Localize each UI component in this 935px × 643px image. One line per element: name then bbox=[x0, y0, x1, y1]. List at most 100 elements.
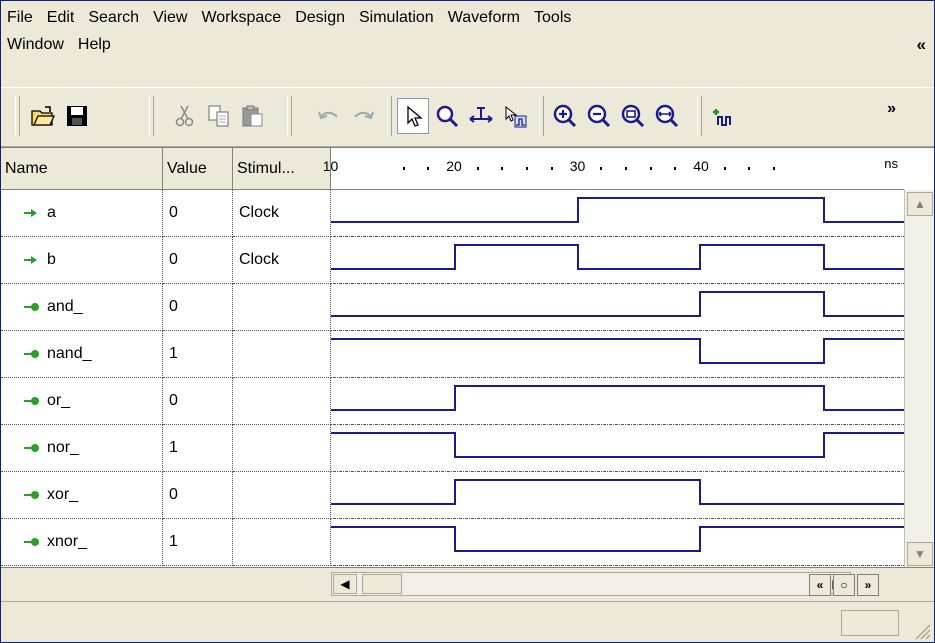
resize-grip-icon[interactable] bbox=[910, 619, 932, 641]
zoom-out-icon[interactable] bbox=[583, 98, 615, 134]
open-folder-icon[interactable] bbox=[27, 98, 59, 134]
waveform-area[interactable] bbox=[331, 190, 904, 568]
output-port-icon bbox=[24, 491, 39, 499]
toolbar-separator-1 bbox=[149, 96, 154, 136]
horizontal-scrollbar[interactable]: ◀ ▶ bbox=[331, 572, 851, 596]
tick-label: 10 bbox=[322, 158, 339, 174]
time-unit: ns bbox=[884, 156, 898, 171]
tick-mark bbox=[600, 167, 603, 170]
zoom-fit-icon[interactable] bbox=[617, 98, 649, 134]
signal-stimulator[interactable]: Clock bbox=[233, 237, 331, 284]
menu-window[interactable]: Window bbox=[7, 36, 64, 54]
time-ruler[interactable]: 10 20 30 40 ns bbox=[323, 148, 904, 190]
menu-tools[interactable]: Tools bbox=[534, 9, 571, 27]
signal-name-cell[interactable]: nand_ bbox=[1, 331, 163, 378]
tick-mark bbox=[723, 167, 726, 170]
signal-stimulator[interactable] bbox=[233, 378, 331, 425]
copy-icon[interactable] bbox=[203, 98, 235, 134]
toolbar-more-button[interactable]: » bbox=[887, 100, 896, 118]
toolbar: » bbox=[1, 87, 934, 147]
measure-icon[interactable] bbox=[465, 98, 497, 134]
signal-value: 0 bbox=[163, 378, 233, 425]
output-port-icon bbox=[24, 350, 39, 358]
tick-mark bbox=[674, 167, 677, 170]
signal-name-cell[interactable]: xnor_ bbox=[1, 519, 163, 566]
signal-name: nand_ bbox=[47, 345, 92, 362]
waveform-trace bbox=[331, 479, 904, 505]
menu-help[interactable]: Help bbox=[78, 36, 111, 54]
menu-design[interactable]: Design bbox=[295, 9, 345, 27]
simulator-window: File Edit Search View Workspace Design S… bbox=[0, 0, 935, 643]
tick-mark bbox=[501, 167, 504, 170]
input-port-icon bbox=[24, 209, 37, 217]
menu-simulation[interactable]: Simulation bbox=[359, 9, 434, 27]
column-header-name[interactable]: Name bbox=[1, 148, 163, 190]
signal-value: 0 bbox=[163, 190, 233, 237]
waveform-trace bbox=[331, 432, 904, 458]
add-signal-icon[interactable] bbox=[707, 98, 739, 134]
signal-stimulator[interactable] bbox=[233, 331, 331, 378]
menu-file[interactable]: File bbox=[7, 9, 33, 27]
signal-name-cell[interactable]: a bbox=[1, 190, 163, 237]
undo-icon[interactable] bbox=[313, 98, 345, 134]
signal-name-cell[interactable]: or_ bbox=[1, 378, 163, 425]
waveform-trace bbox=[331, 385, 904, 411]
tick-mark bbox=[773, 167, 776, 170]
column-header-stimulator[interactable]: Stimul... bbox=[233, 148, 331, 190]
menu-row-1: File Edit Search View Workspace Design S… bbox=[7, 5, 585, 31]
toolbar-grip[interactable] bbox=[15, 96, 20, 136]
signal-value: 0 bbox=[163, 472, 233, 519]
zoom-icon[interactable] bbox=[431, 98, 463, 134]
paste-icon[interactable] bbox=[237, 98, 269, 134]
menu-view[interactable]: View bbox=[153, 9, 187, 27]
rewind-icon[interactable]: « bbox=[809, 574, 831, 596]
input-port-icon bbox=[24, 256, 37, 264]
toolbar-separator-2 bbox=[287, 96, 292, 136]
toolbar-separator-5 bbox=[697, 96, 702, 136]
cut-icon[interactable] bbox=[169, 98, 201, 134]
vertical-scrollbar[interactable]: ▲ ▼ bbox=[904, 190, 934, 568]
signal-stimulator[interactable]: Clock bbox=[233, 190, 331, 237]
signal-value: 1 bbox=[163, 519, 233, 566]
menu-search[interactable]: Search bbox=[88, 9, 139, 27]
center-cursor-icon[interactable]: ○ bbox=[833, 574, 855, 596]
waveform-trace bbox=[331, 291, 904, 317]
status-bar bbox=[1, 601, 934, 642]
signal-stimulator[interactable] bbox=[233, 425, 331, 472]
signal-value: 1 bbox=[163, 331, 233, 378]
signal-name: xnor_ bbox=[47, 533, 88, 550]
save-icon[interactable] bbox=[61, 98, 93, 134]
scroll-up-button[interactable]: ▲ bbox=[907, 192, 933, 216]
tick-mark bbox=[427, 167, 430, 170]
signal-name: xor_ bbox=[47, 486, 79, 503]
signal-name-cell[interactable]: xor_ bbox=[1, 472, 163, 519]
signal-stimulator[interactable] bbox=[233, 472, 331, 519]
zoom-full-icon[interactable] bbox=[651, 98, 683, 134]
signal-name: nor_ bbox=[47, 439, 80, 456]
menu-edit[interactable]: Edit bbox=[47, 9, 75, 27]
tick-mark bbox=[402, 167, 405, 170]
select-range-icon[interactable] bbox=[499, 98, 531, 134]
tick-mark bbox=[526, 167, 529, 170]
pointer-icon[interactable] bbox=[397, 98, 429, 134]
tick-mark bbox=[624, 167, 627, 170]
redo-icon[interactable] bbox=[347, 98, 379, 134]
scroll-down-button[interactable]: ▼ bbox=[907, 542, 933, 566]
signal-name-cell[interactable]: b bbox=[1, 237, 163, 284]
column-header-value[interactable]: Value bbox=[163, 148, 233, 190]
signal-stimulator[interactable] bbox=[233, 519, 331, 566]
menu-collapse-button[interactable]: « bbox=[917, 35, 926, 55]
menu-workspace[interactable]: Workspace bbox=[201, 9, 281, 27]
horizontal-scroll-thumb[interactable] bbox=[362, 574, 402, 594]
output-port-icon bbox=[24, 538, 39, 546]
fast-forward-icon[interactable]: » bbox=[857, 574, 879, 596]
zoom-in-icon[interactable] bbox=[549, 98, 581, 134]
signal-name-cell[interactable]: and_ bbox=[1, 284, 163, 331]
tick-mark bbox=[649, 167, 652, 170]
output-port-icon bbox=[24, 397, 39, 405]
menu-waveform[interactable]: Waveform bbox=[448, 9, 520, 27]
signal-stimulator[interactable] bbox=[233, 284, 331, 331]
waveform-trace bbox=[331, 244, 904, 270]
scroll-left-button[interactable]: ◀ bbox=[333, 574, 357, 594]
signal-name-cell[interactable]: nor_ bbox=[1, 425, 163, 472]
